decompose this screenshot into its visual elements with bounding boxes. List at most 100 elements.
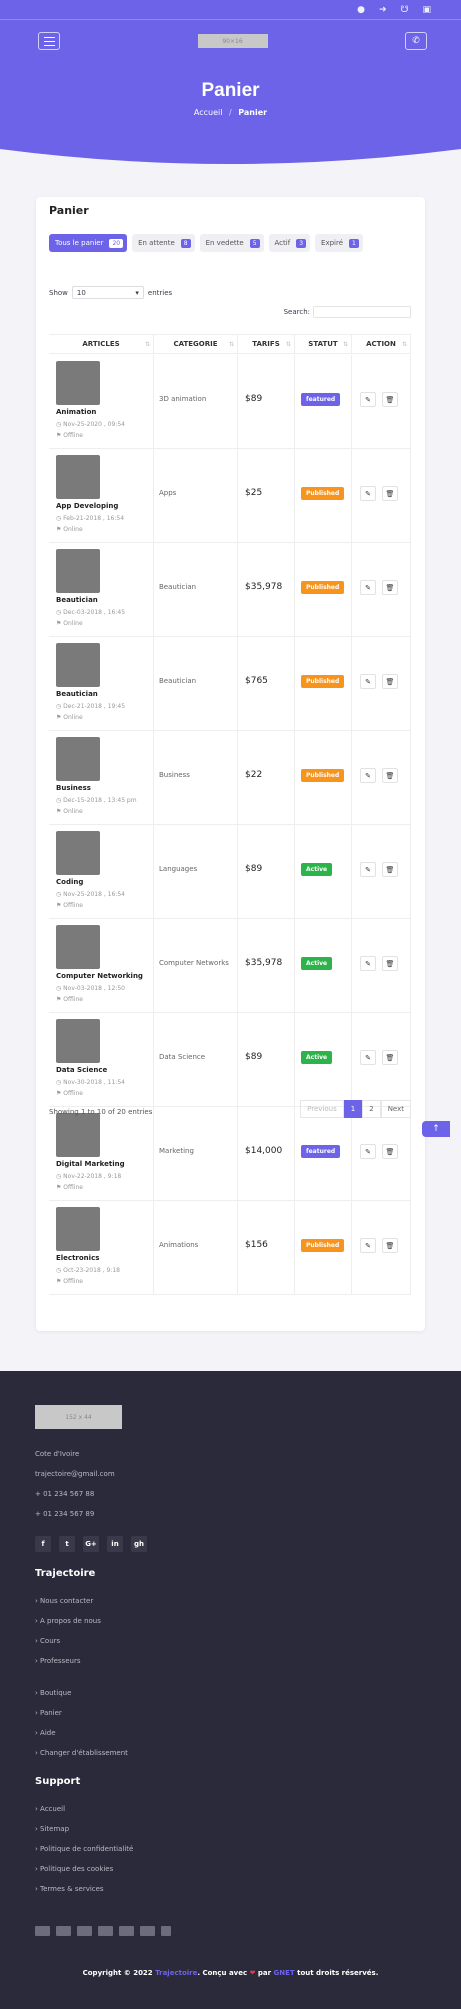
article-thumbnail[interactable]: [56, 361, 100, 405]
footer-email[interactable]: trajectoire@gmail.com: [35, 1470, 115, 1478]
edit-button[interactable]: ✎: [360, 580, 376, 595]
facebook-icon[interactable]: f: [35, 1536, 51, 1552]
copyright-text: . Conçu avec: [197, 1969, 248, 1977]
search-input[interactable]: [313, 306, 411, 318]
article-thumbnail[interactable]: [56, 1019, 100, 1063]
copyright-text: Copyright © 2022: [82, 1969, 153, 1977]
github-icon[interactable]: gh: [131, 1536, 147, 1552]
edit-button[interactable]: ✎: [360, 486, 376, 501]
footer-link[interactable]: › Professeurs: [35, 1657, 80, 1665]
show-entries: Show 10 ▾ entries: [49, 286, 172, 299]
footer-link[interactable]: › Nous contacter: [35, 1597, 93, 1605]
article-thumbnail[interactable]: [56, 737, 100, 781]
linkedin-icon[interactable]: in: [107, 1536, 123, 1552]
delete-button[interactable]: 🗑: [382, 768, 398, 783]
author-link[interactable]: GNET: [274, 1969, 295, 1977]
article-name[interactable]: Beautician: [56, 690, 98, 698]
delete-button[interactable]: 🗑: [382, 1050, 398, 1065]
tab-featured[interactable]: En vedette 5: [199, 234, 264, 252]
article-name[interactable]: Digital Marketing: [56, 1160, 125, 1168]
tab-all[interactable]: Tous le panier 20: [49, 234, 128, 252]
article-name[interactable]: Computer Networking: [56, 972, 143, 980]
article-thumbnail[interactable]: [56, 455, 100, 499]
tab-pending[interactable]: En attente 8: [132, 234, 195, 252]
article-thumbnail[interactable]: [56, 1113, 100, 1157]
pagination-next[interactable]: Next: [380, 1100, 411, 1118]
cell-article: Digital Marketing ◷ Nov-22-2018 , 9:18 ⚑ O…: [49, 1107, 154, 1200]
article-status: ⚑ Offline: [56, 1090, 83, 1097]
edit-button[interactable]: ✎: [360, 674, 376, 689]
footer-link[interactable]: › Sitemap: [35, 1825, 69, 1833]
article-name[interactable]: Data Science: [56, 1066, 107, 1074]
brand-link[interactable]: Trajectoire: [155, 1969, 197, 1977]
delete-button[interactable]: 🗑: [382, 1238, 398, 1253]
pagination-page[interactable]: 2: [362, 1100, 381, 1118]
entries-value: 10: [76, 288, 86, 297]
cell-status: Active: [295, 1013, 352, 1106]
cell-status: Published: [295, 449, 352, 542]
delete-button[interactable]: 🗑: [382, 956, 398, 971]
edit-button[interactable]: ✎: [360, 768, 376, 783]
delete-button[interactable]: 🗑: [382, 392, 398, 407]
article-name[interactable]: Electronics: [56, 1254, 99, 1262]
google-plus-icon[interactable]: G+: [83, 1536, 99, 1552]
cell-action: ✎ 🗑: [352, 355, 411, 448]
footer-section-title: Support: [35, 1776, 81, 1787]
cell-article: Coding ◷ Nov-25-2018 , 16:54 ⚑ Offline: [49, 825, 154, 918]
price-text: $89: [245, 1052, 263, 1062]
article-name[interactable]: App Developing: [56, 502, 118, 510]
edit-button[interactable]: ✎: [360, 1050, 376, 1065]
footer-link[interactable]: › Cours: [35, 1637, 60, 1645]
footer-link[interactable]: › Panier: [35, 1709, 62, 1717]
scroll-to-top-button[interactable]: ↑: [422, 1121, 450, 1137]
tab-active[interactable]: Actif 3: [268, 234, 311, 252]
footer-link[interactable]: › Accueil: [35, 1805, 65, 1813]
column-header-statut[interactable]: STATUT: [295, 335, 352, 353]
delete-button[interactable]: 🗑: [382, 862, 398, 877]
footer-link[interactable]: › Politique des cookies: [35, 1865, 113, 1873]
twitter-icon[interactable]: t: [59, 1536, 75, 1552]
article-name[interactable]: Coding: [56, 878, 83, 886]
article-thumbnail[interactable]: [56, 549, 100, 593]
footer-link[interactable]: › Aide: [35, 1729, 56, 1737]
footer-link[interactable]: › Boutique: [35, 1689, 71, 1697]
column-header-categorie[interactable]: CATEGORIE: [154, 335, 238, 353]
edit-button[interactable]: ✎: [360, 1238, 376, 1253]
delete-button[interactable]: 🗑: [382, 486, 398, 501]
tab-expired[interactable]: Expiré 1: [315, 234, 363, 252]
footer-link[interactable]: › Changer d'établissement: [35, 1749, 128, 1757]
delete-button[interactable]: 🗑: [382, 674, 398, 689]
column-header-action[interactable]: ACTION: [352, 335, 411, 353]
footer-phone[interactable]: + 01 234 567 88: [35, 1490, 94, 1498]
footer-link[interactable]: › A propos de nous: [35, 1617, 101, 1625]
footer-link[interactable]: › Termes & services: [35, 1885, 104, 1893]
pagination-page[interactable]: 1: [343, 1100, 363, 1118]
column-header-tarifs[interactable]: TARIFS: [238, 335, 295, 353]
article-date-text: Feb-21-2018 , 16:54: [63, 515, 125, 522]
edit-button[interactable]: ✎: [360, 392, 376, 407]
edit-button[interactable]: ✎: [360, 1144, 376, 1159]
article-thumbnail[interactable]: [56, 643, 100, 687]
footer-link[interactable]: › Politique de confidentialité: [35, 1845, 133, 1853]
edit-button[interactable]: ✎: [360, 956, 376, 971]
trash-icon: 🗑: [385, 677, 395, 686]
pagination-previous[interactable]: Previous: [300, 1100, 344, 1118]
edit-button[interactable]: ✎: [360, 862, 376, 877]
delete-button[interactable]: 🗑: [382, 580, 398, 595]
article-date-text: Dec-03-2018 , 16:45: [63, 609, 126, 616]
article-name[interactable]: Beautician: [56, 596, 98, 604]
cell-category: Data Science: [154, 1013, 238, 1106]
delete-button[interactable]: 🗑: [382, 1144, 398, 1159]
article-name[interactable]: Business: [56, 784, 91, 792]
article-thumbnail[interactable]: [56, 1207, 100, 1251]
article-thumbnail[interactable]: [56, 831, 100, 875]
pencil-icon: ✎: [365, 865, 371, 874]
table-search: Search:: [284, 306, 411, 318]
article-thumbnail[interactable]: [56, 925, 100, 969]
column-header-articles[interactable]: ARTICLES: [49, 335, 154, 353]
footer-phone[interactable]: + 01 234 567 89: [35, 1510, 94, 1518]
cell-price: $89: [238, 1013, 295, 1106]
footer-logo[interactable]: 152 x 44: [35, 1405, 122, 1429]
article-name[interactable]: Animation: [56, 408, 96, 416]
entries-select[interactable]: 10 ▾: [71, 286, 144, 299]
